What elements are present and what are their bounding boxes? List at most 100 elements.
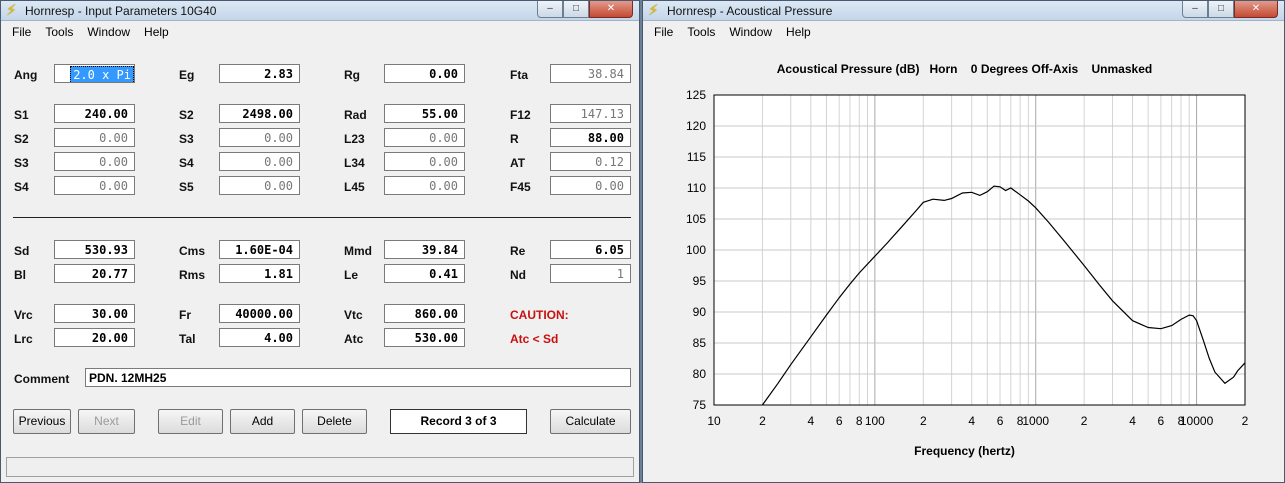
label-comment: Comment [14,372,70,386]
label-sd: Sd [14,244,30,258]
add-button[interactable]: Add [230,409,295,434]
field-vrc[interactable]: 30.00 [54,304,135,323]
delete-button[interactable]: Delete [302,409,367,434]
label-at: AT [510,156,526,170]
label-s4-col2: S4 [179,156,194,170]
field-mmd[interactable]: 39.84 [384,240,465,259]
x-tick-label: 2 [920,414,927,428]
label-mmd: Mmd [344,244,372,258]
x-tick-label: 2 [1081,414,1088,428]
x-tick-label: 4 [808,414,815,428]
label-s3-col2: S3 [179,132,194,146]
menu-tools[interactable]: Tools [38,22,80,42]
close-button[interactable]: ✕ [589,1,633,18]
field-rad[interactable]: 55.00 [384,104,465,123]
field-re[interactable]: 6.05 [550,240,631,259]
menu-window[interactable]: Window [80,22,137,42]
maximize-button[interactable]: □ [563,1,589,18]
field-s4[interactable]: 0.00 [54,176,135,195]
next-button[interactable]: Next [78,409,135,434]
label-vrc: Vrc [14,308,33,322]
label-nd: Nd [510,268,526,282]
field-sd[interactable]: 530.93 [54,240,135,259]
field-l23[interactable]: 0.00 [384,128,465,147]
field-s5[interactable]: 0.00 [219,176,300,195]
field-bl[interactable]: 20.77 [54,264,135,283]
comment-input[interactable]: PDN. 12MH25 [85,368,631,387]
field-s4-col2[interactable]: 0.00 [219,152,300,171]
label-le: Le [344,268,359,282]
menu-help[interactable]: Help [137,22,176,42]
input-parameters-window: ⚡ Hornresp - Input Parameters 10G40 – □ … [0,0,640,483]
x-tick-label: 1000 [1022,414,1049,428]
field-rg[interactable]: 0.00 [384,64,465,83]
field-l45[interactable]: 0.00 [384,176,465,195]
x-tick-label: 2 [1242,414,1249,428]
x-tick-label: 4 [968,414,975,428]
field-s1[interactable]: 240.00 [54,104,135,123]
calculate-button[interactable]: Calculate [550,409,631,434]
y-tick-label: 115 [687,150,706,164]
label-tal: Tal [179,332,196,346]
label-f45: F45 [510,180,531,194]
field-l34[interactable]: 0.00 [384,152,465,171]
x-tick-label: 6 [836,414,843,428]
label-atc: Atc [344,332,364,346]
label-rms: Rms [179,268,206,282]
section-divider [13,217,631,218]
left-window-title: Hornresp - Input Parameters 10G40 [25,4,217,18]
field-tal[interactable]: 4.00 [219,328,300,347]
x-tick-label: 2 [759,414,766,428]
field-ang-value: 2.0 x Pi [70,66,134,82]
label-rad: Rad [344,108,367,122]
y-tick-label: 100 [686,243,706,257]
label-eg: Eg [179,68,195,82]
label-s1: S1 [14,108,29,122]
status-bar [6,457,634,477]
field-ang[interactable]: 2.0 x Pi [54,64,135,83]
y-tick-label: 105 [686,212,706,226]
label-l23: L23 [344,132,365,146]
y-tick-label: 125 [686,88,706,102]
left-titlebar[interactable]: ⚡ Hornresp - Input Parameters 10G40 – □ … [1,1,639,21]
menu-file[interactable]: File [5,22,38,42]
y-tick-label: 85 [693,336,707,350]
field-s2-col2[interactable]: 2498.00 [219,104,300,123]
field-eg[interactable]: 2.83 [219,64,300,83]
field-at[interactable]: 0.12 [550,152,631,171]
label-cms: Cms [179,244,206,258]
edit-button[interactable]: Edit [158,409,223,434]
label-fta: Fta [510,68,528,82]
label-s5: S5 [179,180,194,194]
label-s2: S2 [14,132,29,146]
field-nd[interactable]: 1 [550,264,631,283]
label-bl: Bl [14,268,26,282]
field-r[interactable]: 88.00 [550,128,631,147]
x-tick-label: 10 [707,414,721,428]
y-tick-label: 75 [693,398,707,412]
x-tick-label: 10000 [1180,414,1214,428]
field-le[interactable]: 0.41 [384,264,465,283]
field-vtc[interactable]: 860.00 [384,304,465,323]
field-f45[interactable]: 0.00 [550,176,631,195]
field-atc[interactable]: 530.00 [384,328,465,347]
field-s3-col2[interactable]: 0.00 [219,128,300,147]
label-lrc: Lrc [14,332,33,346]
label-l34: L34 [344,156,365,170]
label-ang: Ang [14,68,38,82]
lightning-icon: ⚡ [6,2,17,19]
minimize-button[interactable]: – [537,1,563,18]
acoustical-pressure-chart: 758085909510010511011512012510 2 4 6 8 100 2 4 6… [686,88,1249,428]
field-fr[interactable]: 40000.00 [219,304,300,323]
field-lrc[interactable]: 20.00 [54,328,135,347]
field-s2[interactable]: 0.00 [54,128,135,147]
label-r: R [510,132,519,146]
label-vtc: Vtc [344,308,363,322]
caution-text: Atc < Sd [510,332,559,346]
field-s3[interactable]: 0.00 [54,152,135,171]
x-tick-label: 100 [865,414,885,428]
field-cms[interactable]: 1.60E-04 [219,240,300,259]
left-menubar: File Tools Window Help [1,22,639,42]
previous-button[interactable]: Previous [13,409,71,434]
field-rms[interactable]: 1.81 [219,264,300,283]
